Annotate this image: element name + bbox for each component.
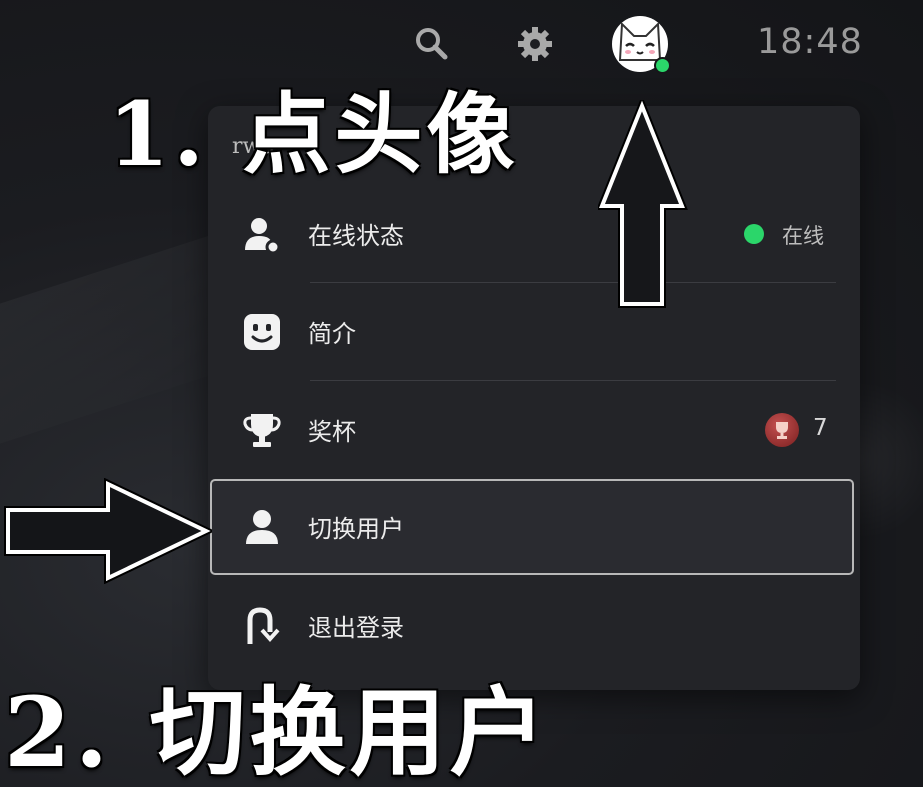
search-icon[interactable] [412, 24, 452, 64]
online-indicator [654, 57, 671, 74]
menu-item-label: 退出登录 [308, 614, 404, 642]
divider [310, 282, 836, 283]
menu-item-switch-user[interactable]: 切换用户 [208, 479, 860, 575]
annotation-step-1: 1. 点头像 [108, 82, 519, 186]
menu-item-label: 在线状态 [308, 222, 404, 250]
clock: 18:48 [757, 22, 863, 62]
face-icon [242, 312, 282, 352]
trophy-count: 7 [813, 415, 828, 441]
presence-icon [242, 214, 282, 255]
up-arrow-icon [598, 100, 688, 308]
menu-item-label: 简介 [308, 320, 356, 348]
menu-item-label: 切换用户 [308, 515, 404, 543]
trophy-badge-icon [765, 413, 799, 447]
gear-icon[interactable] [515, 24, 555, 64]
logout-icon [242, 606, 282, 646]
user-icon [242, 507, 282, 547]
online-status-dot [744, 224, 764, 244]
trophy-icon [242, 410, 282, 450]
menu-item-profile[interactable]: 简介 [208, 284, 860, 380]
divider [310, 380, 836, 381]
menu-item-presence[interactable]: 在线状态 在线 [208, 186, 860, 282]
menu-item-trophies[interactable]: 奖杯 7 [208, 382, 860, 478]
right-arrow-icon [4, 478, 212, 584]
online-status-text: 在线 [782, 224, 824, 248]
annotation-step-2: 2. 切换用户 [4, 676, 550, 787]
menu-item-label: 奖杯 [308, 418, 356, 446]
